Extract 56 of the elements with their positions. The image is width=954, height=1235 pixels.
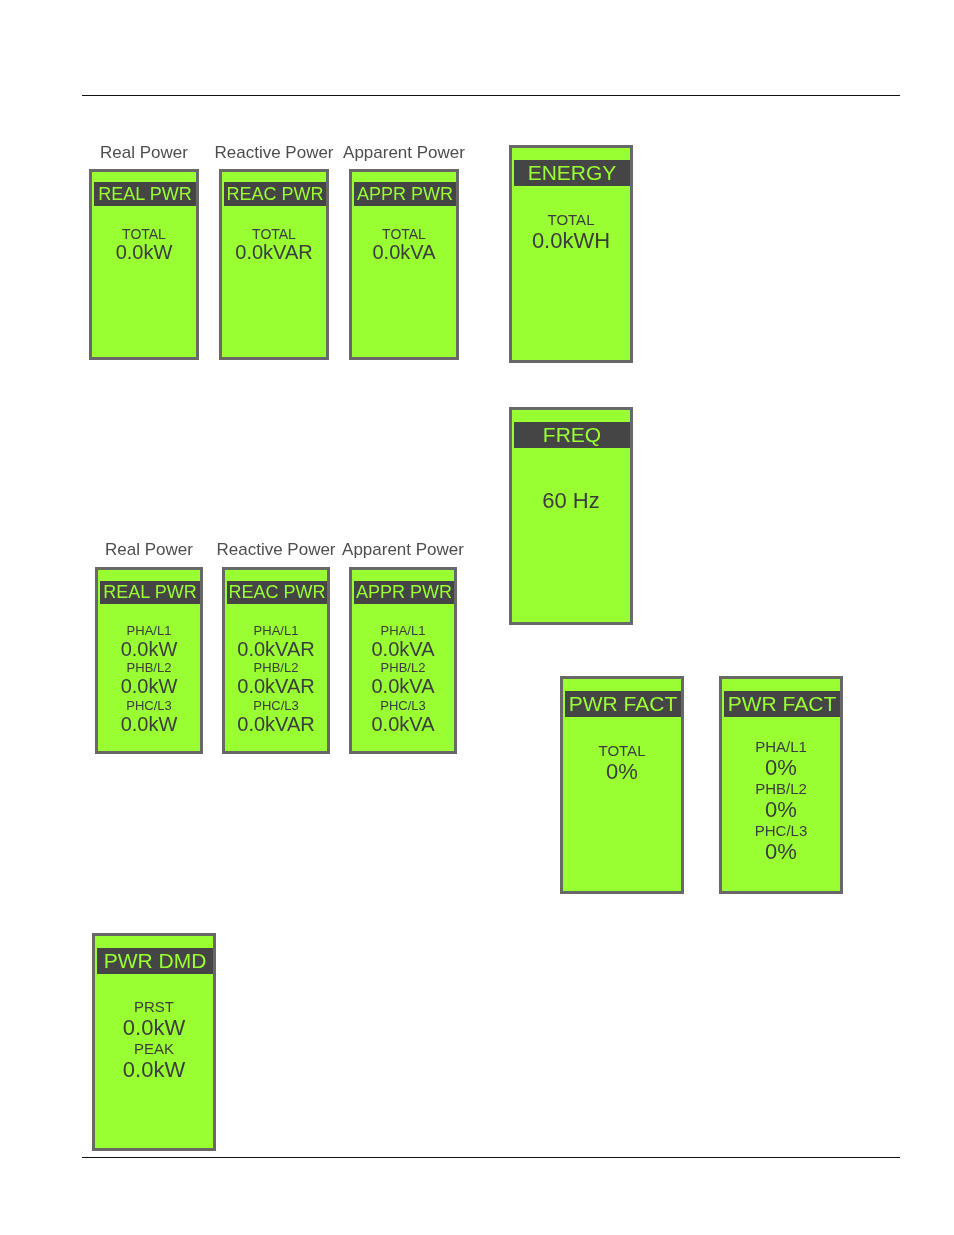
panel-caption: Apparent Power bbox=[342, 540, 464, 560]
reading-label: PHA/L1 bbox=[755, 738, 807, 756]
reading-value: 0.0kVA bbox=[371, 638, 435, 659]
reading-value: 0% bbox=[765, 756, 797, 780]
reading-value: 0.0kW bbox=[122, 1058, 186, 1082]
reading-value: 0.0kVAR bbox=[235, 242, 313, 262]
reading-value: 0.0kVAR bbox=[237, 638, 315, 659]
display-title: PWR FACT bbox=[565, 691, 681, 717]
reading-value: 0.0kW bbox=[120, 676, 178, 697]
panel-caption: Apparent Power bbox=[343, 143, 465, 163]
reading-value: 0.0kW bbox=[120, 713, 178, 734]
reading-value: 0.0kVAR bbox=[237, 713, 315, 734]
reading-label: PHC/L3 bbox=[126, 696, 172, 714]
reading-value: 0.0kVA bbox=[371, 713, 435, 734]
reading-value: 0% bbox=[765, 840, 797, 864]
panel-caption: Real Power bbox=[100, 143, 188, 163]
reading-label: PHC/L3 bbox=[754, 822, 808, 840]
reading-label: PHA/L1 bbox=[380, 621, 426, 639]
reading-label: PRST bbox=[134, 998, 174, 1016]
reading-label: TOTAL bbox=[252, 226, 296, 242]
display-title: REAC PWR bbox=[224, 182, 326, 206]
reading-value: 0.0kW bbox=[115, 242, 173, 262]
display-title: APPR PWR bbox=[354, 182, 456, 206]
reading-value: 0.0kVA bbox=[371, 676, 435, 697]
reading-label: PHC/L3 bbox=[253, 696, 299, 714]
reading-label: TOTAL bbox=[382, 226, 426, 242]
panel-caption: Reactive Power bbox=[214, 143, 334, 163]
reading-label: PHB/L2 bbox=[755, 780, 807, 798]
reading-label: PHB/L2 bbox=[126, 659, 172, 676]
reading-value: 0% bbox=[606, 760, 638, 784]
reading-label: PHB/L2 bbox=[253, 659, 299, 676]
reading-value: 60 Hz bbox=[542, 489, 600, 513]
reading-label: PEAK bbox=[133, 1040, 174, 1058]
panel-caption: Real Power bbox=[105, 540, 193, 560]
display-title: FREQ bbox=[514, 422, 630, 448]
reading-label: TOTAL bbox=[122, 226, 166, 242]
panel-caption: Reactive Power bbox=[216, 540, 336, 560]
display-title: REAL PWR bbox=[100, 581, 200, 604]
display-title: ENERGY bbox=[514, 160, 630, 186]
reading-value: 0.0kWH bbox=[531, 229, 611, 253]
reading-label: PHA/L1 bbox=[126, 621, 172, 639]
reading-label: PHA/L1 bbox=[253, 621, 299, 639]
display-title: PWR FACT bbox=[724, 691, 840, 717]
reading-value: 0.0kW bbox=[122, 1016, 186, 1040]
reading-value: 0.0kW bbox=[120, 638, 178, 659]
display-title: REAC PWR bbox=[227, 581, 327, 604]
reading-label: TOTAL bbox=[547, 211, 595, 229]
reading-value: 0.0kVA bbox=[372, 242, 436, 262]
display-title: REAL PWR bbox=[94, 182, 196, 206]
reading-label: PHB/L2 bbox=[380, 659, 426, 676]
reading-value: 0.0kVAR bbox=[237, 676, 315, 697]
reading-label: PHC/L3 bbox=[380, 696, 426, 714]
reading-value: 0% bbox=[765, 798, 797, 822]
reading-label: TOTAL bbox=[598, 742, 646, 760]
display-title: PWR DMD bbox=[97, 948, 213, 974]
display-title: APPR PWR bbox=[354, 581, 454, 604]
